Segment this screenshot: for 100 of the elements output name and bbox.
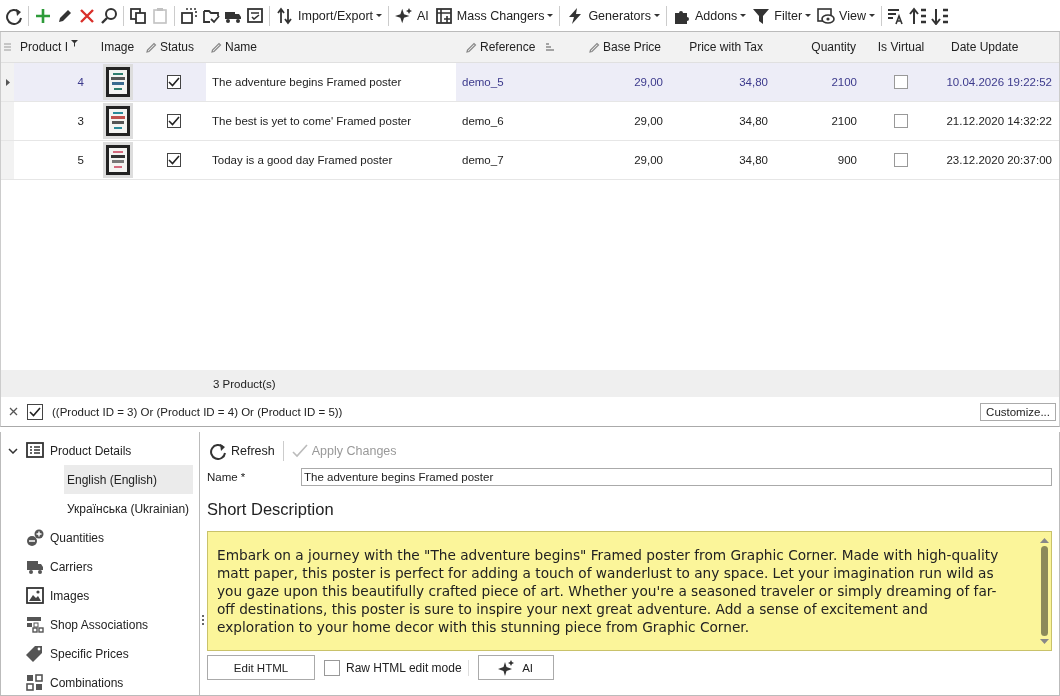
- table-cell-text: 21.12.2020 14:32:22: [945, 114, 1053, 129]
- tag-icon: [26, 644, 44, 663]
- table-cell-text: 2100: [830, 75, 858, 90]
- sidebar-item[interactable]: Combinations: [1, 668, 199, 696]
- checklist-icon: [246, 6, 264, 25]
- checkbox-label: Raw HTML edit mode: [346, 660, 462, 675]
- move-down-icon: [931, 6, 949, 25]
- caret-icon: [547, 14, 554, 17]
- checkbox[interactable]: [166, 75, 181, 89]
- table-cell-text: 23.12.2020 20:37:00: [945, 153, 1053, 168]
- table-cell-text: The best is yet to come' Framed poster: [211, 114, 413, 129]
- edit-html-button[interactable]: Edit HTML: [207, 655, 315, 680]
- filter-expression: ((Product ID = 3) Or (Product ID = 4) Or (Product ID = 5)): [52, 405, 344, 418]
- row-pointer-icon: [5, 78, 10, 86]
- pencil-icon: [588, 41, 600, 53]
- caret-icon: [805, 14, 812, 17]
- sidebar-item[interactable]: Images: [1, 581, 199, 610]
- scroll-up-icon: [1039, 538, 1049, 543]
- coins-plus-icon: [26, 528, 44, 547]
- chevron-down-icon[interactable]: [8, 447, 18, 454]
- toolbar-button[interactable]: Refresh: [207, 442, 277, 460]
- sidebar-item[interactable]: Українська (Ukrainian): [64, 494, 193, 523]
- ai-button[interactable]: AI: [477, 655, 554, 680]
- table-cell-text: 34,80: [738, 75, 769, 90]
- checkbox[interactable]: [894, 75, 908, 89]
- sidebar-item[interactable]: Carriers: [1, 552, 199, 581]
- sidebar-item[interactable]: English (English): [64, 465, 193, 494]
- menu-button[interactable]: Import/Export: [273, 4, 386, 27]
- sidebar-item[interactable]: Specific Prices: [1, 639, 199, 668]
- table-cell-text: 4: [76, 75, 85, 90]
- caret-icon: [653, 14, 660, 17]
- splitter-handle[interactable]: [202, 615, 206, 625]
- menu-button[interactable]: Addons: [669, 4, 750, 27]
- table-cell-text: 10.04.2026 19:22:52: [945, 75, 1053, 90]
- add-icon: [34, 6, 52, 25]
- column-header[interactable]: Base Price: [561, 32, 666, 62]
- table-cell-text: 34,80: [738, 114, 769, 129]
- column-header[interactable]: Product I: [14, 32, 94, 62]
- sparkle-icon: [395, 6, 414, 25]
- row-header[interactable]: [1, 63, 14, 101]
- checkbox[interactable]: [166, 114, 181, 128]
- table-cell-text: 900: [836, 153, 858, 168]
- filter-icon: [71, 40, 79, 47]
- column-header[interactable]: Name: [206, 32, 456, 62]
- description-field[interactable]: Embark on a journey with the "The adventure begins" Framed poster from Graphic Corner. Made with high-quality matt paper, this poster is perfect for adding a touch of wanderlust to any space. Let your imagination run wild as you gaze upon this beautifully crafted piece of art. Whether you're a seasoned traveler or simply dreaming of far-off destinations, this poster is sure to inspire your next great adventure. Add a sense of excitement and exploration to your home decor with this stunning piece from Graphic Corner.: [207, 531, 1052, 651]
- shop-grid-icon: [26, 615, 44, 634]
- table-cell-text: 34,80: [738, 153, 769, 168]
- customize-button[interactable]: Customize...: [980, 402, 1056, 421]
- sidebar-item[interactable]: Shop Associations: [1, 610, 199, 639]
- table-cell-text: demo_5: [461, 75, 505, 90]
- caret-icon: [376, 14, 383, 17]
- table-cell-text: demo_6: [461, 114, 505, 129]
- column-header[interactable]: Date Update: [936, 32, 1056, 62]
- sort-icon: [546, 42, 556, 52]
- image-icon: [26, 586, 44, 605]
- arrows-icon: [276, 6, 294, 25]
- column-header[interactable]: Quantity: [771, 32, 866, 62]
- grid-icon: [26, 673, 44, 692]
- copy-icon: [129, 6, 147, 25]
- search-icon: [100, 6, 118, 25]
- table-row[interactable]: 4 The adventure begins Framed poster demo_5 29,00 34,80 2100 10.04.2026 19:22:52: [1, 63, 1059, 102]
- column-header[interactable]: Is Virtual: [866, 32, 936, 62]
- table-row[interactable]: 5 Today is a good day Framed poster demo_7 29,00 34,80 900 23.12.2020 20:37:00: [1, 141, 1059, 180]
- caret-icon: [869, 14, 875, 17]
- table-cell-text: 29,00: [633, 75, 664, 90]
- paste-icon: [151, 6, 169, 25]
- table-cell-text: Today is a good day Framed poster: [211, 153, 394, 168]
- column-header[interactable]: Status: [141, 32, 206, 62]
- name-field[interactable]: The adventure begins Framed poster: [301, 468, 1052, 486]
- eye-icon: [817, 6, 836, 25]
- table-row[interactable]: 3 The best is yet to come' Framed poster demo_6 29,00 34,80 2100 21.12.2020 14:32:22: [1, 102, 1059, 141]
- table-cell-text: demo_7: [461, 153, 505, 168]
- toolbar-button[interactable]: AI: [392, 4, 432, 27]
- checkbox[interactable]: [894, 114, 908, 128]
- sort-text-icon: [887, 6, 905, 25]
- refresh-icon: [209, 442, 227, 460]
- column-menu-icon: [4, 43, 11, 51]
- menu-button[interactable]: Filter: [749, 4, 815, 27]
- checkbox[interactable]: [894, 153, 908, 167]
- pencil-icon: [146, 41, 157, 53]
- menu-button[interactable]: View: [814, 4, 878, 27]
- table-cell-text: 2100: [830, 114, 858, 129]
- table-cell-text: 29,00: [633, 153, 664, 168]
- check-icon: [291, 444, 308, 458]
- sidebar-item[interactable]: Quantities: [1, 523, 199, 552]
- column-header[interactable]: Image: [94, 32, 141, 62]
- move-up-icon: [909, 6, 927, 25]
- column-header[interactable]: Price with Tax: [666, 32, 771, 62]
- table-cell-text: 3: [76, 114, 85, 129]
- section-title: Short Description: [207, 500, 335, 519]
- sparkle-icon: [498, 659, 515, 676]
- menu-button[interactable]: Generators: [563, 4, 663, 27]
- checkbox[interactable]: [324, 659, 340, 676]
- column-header[interactable]: Reference: [456, 32, 561, 62]
- checkbox[interactable]: [166, 153, 181, 167]
- checkbox[interactable]: [27, 403, 43, 420]
- menu-button[interactable]: Mass Changers: [431, 4, 557, 27]
- table-cell-text: 5: [76, 153, 85, 168]
- sidebar-item[interactable]: Product Details: [1, 436, 199, 465]
- caret-icon: [740, 14, 747, 17]
